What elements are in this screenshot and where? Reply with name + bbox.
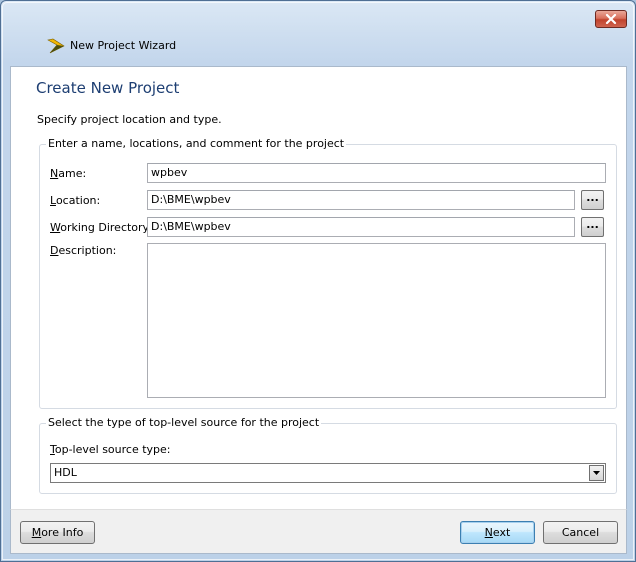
- wizard-content: Create New Project Specify project locat…: [10, 66, 627, 509]
- wizard-app-icon: [47, 38, 65, 54]
- location-label: Location:: [50, 194, 101, 207]
- source-type-label: Top-level source type:: [50, 443, 171, 456]
- location-input[interactable]: D:\BME\wpbev: [147, 190, 575, 210]
- close-button[interactable]: [595, 10, 627, 28]
- working-directory-input[interactable]: D:\BME\wpbev: [147, 217, 575, 237]
- name-label: Name:: [50, 167, 87, 180]
- chevron-down-icon: [593, 471, 600, 475]
- dropdown-arrow-button[interactable]: [589, 465, 604, 481]
- location-browse-button[interactable]: ...: [581, 190, 604, 210]
- description-textarea[interactable]: [147, 243, 606, 398]
- name-input[interactable]: wpbev: [147, 163, 606, 183]
- working-directory-label: Working Directory:: [50, 221, 152, 234]
- working-directory-browse-button[interactable]: ...: [581, 217, 604, 237]
- page-title: Create New Project: [36, 79, 180, 97]
- source-type-select[interactable]: HDL: [50, 463, 606, 483]
- wizard-window: New Project Wizard Create New Project Sp…: [0, 0, 636, 562]
- description-label: Description:: [50, 244, 117, 257]
- source-type-selected-value: HDL: [54, 466, 77, 479]
- window-title: New Project Wizard: [70, 39, 177, 52]
- next-button[interactable]: Next: [460, 521, 535, 544]
- close-icon: [605, 14, 617, 24]
- page-subtitle: Specify project location and type.: [37, 113, 222, 126]
- project-details-legend: Enter a name, locations, and comment for…: [46, 137, 347, 150]
- source-type-group: Select the type of top-level source for …: [39, 416, 617, 494]
- more-info-button[interactable]: More Info: [20, 521, 95, 544]
- cancel-button[interactable]: Cancel: [543, 521, 618, 544]
- source-type-legend: Select the type of top-level source for …: [46, 416, 322, 429]
- wizard-footer: More Info Next Cancel: [10, 509, 627, 554]
